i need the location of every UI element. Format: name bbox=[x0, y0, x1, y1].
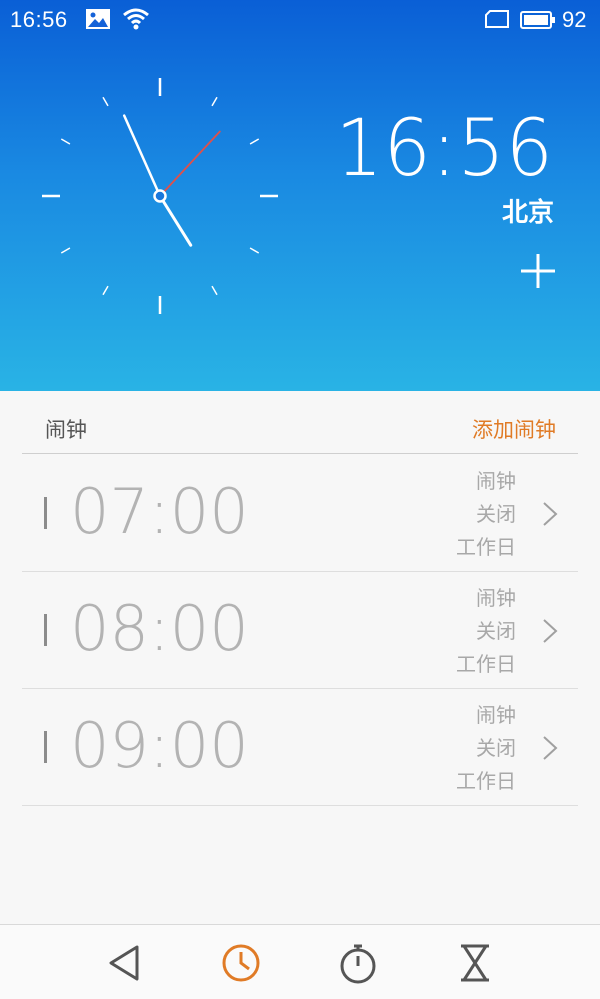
alarm-row[interactable]: 09:00 闹钟 关闭 工作日 bbox=[22, 689, 578, 806]
clock-tick bbox=[249, 247, 260, 254]
clock-tick bbox=[102, 96, 109, 107]
status-time: 16:56 bbox=[10, 7, 68, 32]
clock-tick bbox=[60, 138, 71, 145]
image-icon bbox=[86, 9, 110, 29]
digital-time: 16:56 bbox=[335, 104, 554, 194]
alarm-meta: 闹钟 关闭 工作日 bbox=[396, 699, 516, 798]
status-bar: 16:56 92 bbox=[0, 0, 600, 40]
alarm-repeat: 工作日 bbox=[456, 652, 516, 676]
chevron-right-icon bbox=[543, 619, 558, 643]
battery-icon bbox=[520, 11, 555, 29]
stopwatch-icon[interactable] bbox=[336, 941, 380, 985]
alarm-row[interactable]: 07:00 闹钟 关闭 工作日 bbox=[22, 455, 578, 572]
clock-tick bbox=[249, 138, 260, 145]
wifi-icon bbox=[123, 8, 149, 30]
city-label: 北京 bbox=[501, 198, 554, 228]
alarm-label: 闹钟 bbox=[476, 703, 516, 727]
alarm-indicator bbox=[44, 497, 47, 529]
alarm-row[interactable]: 08:00 闹钟 关闭 工作日 bbox=[22, 572, 578, 689]
alarm-indicator bbox=[44, 731, 47, 763]
alarm-repeat: 工作日 bbox=[456, 535, 516, 559]
alarm-time: 07:00 bbox=[70, 475, 249, 548]
timer-icon[interactable] bbox=[453, 941, 497, 985]
second-hand bbox=[159, 130, 221, 197]
alarm-status: 关闭 bbox=[476, 619, 516, 643]
world-clock-header: 16:56 92 16:56 北京 bbox=[0, 0, 600, 391]
alarm-label: 闹钟 bbox=[476, 469, 516, 493]
alarm-section-header: 闹钟 添加闹钟 bbox=[22, 404, 578, 454]
alarm-meta: 闹钟 关闭 工作日 bbox=[396, 465, 516, 564]
clock-tick bbox=[102, 285, 109, 296]
clock-tick bbox=[60, 247, 71, 254]
alarm-status: 关闭 bbox=[476, 502, 516, 526]
bottom-nav bbox=[0, 924, 600, 999]
chevron-right-icon bbox=[543, 502, 558, 526]
alarm-repeat: 工作日 bbox=[456, 769, 516, 793]
hour-hand bbox=[158, 194, 193, 247]
add-city-button[interactable] bbox=[519, 252, 557, 290]
alarm-time: 08:00 bbox=[70, 592, 249, 665]
clock-tick bbox=[211, 285, 218, 296]
clock-center bbox=[153, 189, 167, 203]
alarm-time: 09:00 bbox=[70, 709, 249, 782]
chevron-right-icon bbox=[543, 736, 558, 760]
section-title: 闹钟 bbox=[45, 418, 87, 442]
alarm-label: 闹钟 bbox=[476, 586, 516, 610]
alarm-status: 关闭 bbox=[476, 736, 516, 760]
clock-icon[interactable] bbox=[219, 941, 263, 985]
sim-icon bbox=[485, 10, 509, 28]
analog-clock bbox=[42, 78, 278, 314]
alarm-meta: 闹钟 关闭 工作日 bbox=[396, 582, 516, 681]
battery-level: 92 bbox=[562, 7, 587, 32]
alarm-indicator bbox=[44, 614, 47, 646]
add-alarm-button[interactable]: 添加闹钟 bbox=[472, 414, 556, 444]
minute-hand bbox=[122, 114, 162, 198]
clock-tick bbox=[211, 96, 218, 107]
back-icon[interactable] bbox=[103, 941, 147, 985]
